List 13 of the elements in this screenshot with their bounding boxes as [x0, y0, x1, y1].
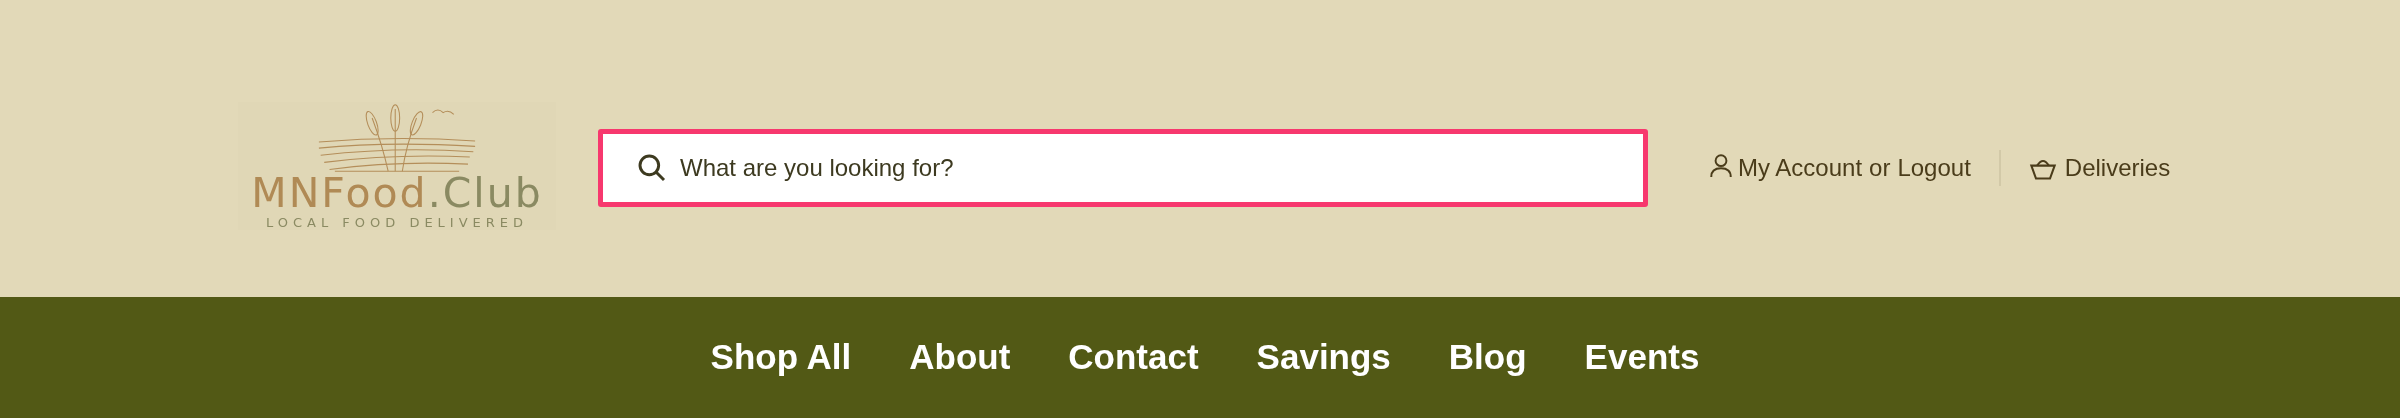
nav-link[interactable]: Savings [1256, 336, 1391, 377]
logo-tagline: LOCAL FOOD DELIVERED [265, 214, 529, 230]
or-text: or [1869, 153, 1891, 182]
nav-link[interactable]: Blog [1448, 336, 1527, 377]
logo-wordmark: MNFood.Club [251, 172, 543, 213]
logout-link[interactable]: Logout [1897, 153, 1971, 182]
deliveries-link[interactable]: Deliveries [2064, 153, 2171, 182]
my-account-link[interactable]: My Account [1738, 153, 1863, 182]
nav-link[interactable]: About [909, 336, 1011, 377]
nav-link[interactable]: Events [1584, 336, 1700, 377]
nav-link[interactable]: Shop All [710, 336, 852, 377]
search-field[interactable]: What are you looking for? [598, 128, 1648, 207]
nav-link[interactable]: Contact [1068, 336, 1199, 377]
